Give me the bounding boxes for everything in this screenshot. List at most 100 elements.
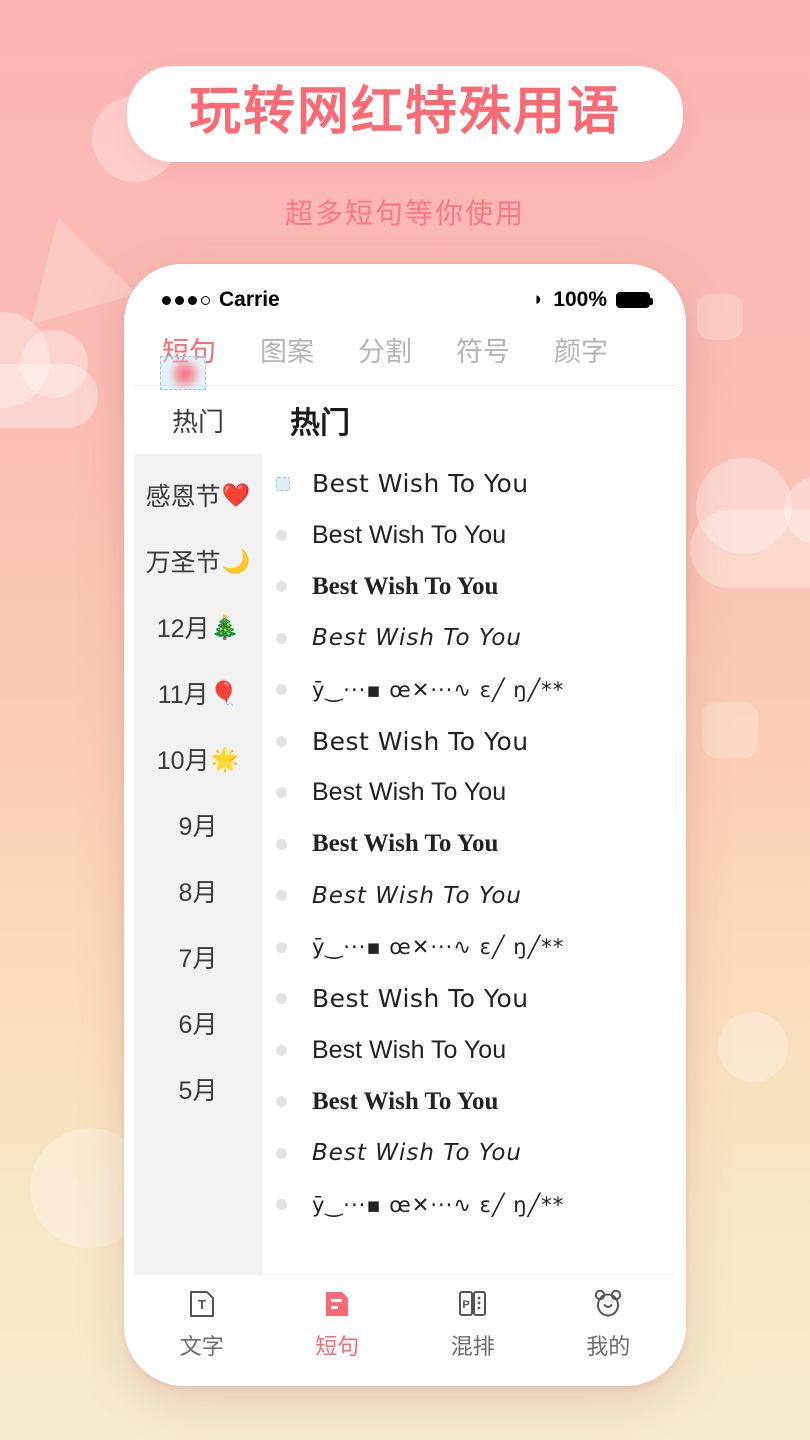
- sidebar-item-label: 12月: [156, 615, 210, 643]
- bullet-icon: [276, 993, 287, 1005]
- sidebar-item-1[interactable]: 万圣节 🌙: [134, 528, 262, 594]
- sidebar-item-label: 11月: [157, 681, 209, 709]
- nav-item-混排[interactable]: P 混排: [405, 1285, 541, 1361]
- list-item-text: Best Wish To You: [312, 984, 529, 1014]
- list-item[interactable]: Best Wish To You: [262, 767, 676, 819]
- tab-fenge[interactable]: 分割: [358, 330, 412, 375]
- tab-yanzi[interactable]: 颜字: [554, 330, 608, 375]
- bullet-icon: [276, 787, 287, 799]
- bullet-icon: [276, 684, 287, 696]
- nav-item-我的[interactable]: 我的: [541, 1285, 677, 1361]
- sidebar-item-6[interactable]: 8月: [134, 858, 262, 924]
- sidebar-item-emoji: ❤️: [221, 481, 251, 508]
- sidebar-item-2[interactable]: 12月 🎄: [134, 594, 262, 660]
- deco-square-1: [697, 294, 743, 340]
- top-tab-bar[interactable]: 短句 图案 分割 符号 颜字: [134, 326, 676, 390]
- status-bar-left: Carrie: [162, 288, 280, 312]
- status-bar: Carrie ◗ 100%: [134, 274, 676, 326]
- list-item[interactable]: Best Wish To You: [262, 870, 676, 922]
- list-item-text: Best Wish To You: [312, 1087, 499, 1115]
- tab-fuhao[interactable]: 符号: [456, 330, 510, 375]
- phrase-card-icon: [318, 1285, 356, 1323]
- bullet-icon: [276, 735, 287, 747]
- page-title: 玩转网红特殊用语: [188, 82, 621, 142]
- sidebar-item-8[interactable]: 6月: [134, 990, 262, 1056]
- sidebar-item-label: 万圣节: [145, 549, 221, 577]
- nav-item-label: 混排: [450, 1333, 495, 1359]
- sidebar-item-label: 8月: [178, 879, 218, 907]
- list-item[interactable]: Best Wish To You: [262, 1128, 676, 1180]
- sidebar-item-0[interactable]: 感恩节 ❤️: [134, 462, 262, 528]
- list-item[interactable]: ȳ‿···▪ œ✕···∿ ɛ╱ ŋ╱**: [262, 1179, 676, 1231]
- bottom-navigation[interactable]: T 文字 短句 P 混排 我的: [134, 1274, 676, 1370]
- list-item-text: ȳ‿···▪ œ✕···∿ ɛ╱ ŋ╱**: [312, 677, 565, 702]
- content-body: 感恩节 ❤️ 万圣节 🌙 12月 🎄 11月 🎈 10月 🌟 9月 8月 7月 6月 5月 Best Wis…: [134, 454, 676, 1274]
- list-item[interactable]: Best Wish To You: [262, 561, 676, 613]
- sidebar-item-5[interactable]: 9月: [134, 792, 262, 858]
- sidebar-item-emoji: 🎈: [209, 679, 239, 706]
- list-item[interactable]: Best Wish To You: [262, 1076, 676, 1128]
- list-item[interactable]: Best Wish To You: [262, 613, 676, 665]
- sidebar-item-emoji: 🌙: [221, 547, 251, 574]
- bullet-icon: [276, 529, 287, 541]
- list-item-text: Best Wish To You: [312, 1035, 507, 1064]
- category-sidebar[interactable]: 感恩节 ❤️ 万圣节 🌙 12月 🎄 11月 🎈 10月 🌟 9月 8月 7月 6月 5月: [134, 454, 262, 1274]
- sidebar-item-label: 9月: [178, 813, 218, 841]
- nav-item-文字[interactable]: T 文字: [134, 1285, 270, 1361]
- deco-cloud-2: [0, 312, 98, 428]
- list-item-text: Best Wish To You: [312, 726, 529, 756]
- phone-screen: Carrie ◗ 100% 短句 图案 分割 符号 颜字 热门 热门 感恩节 ❤…: [134, 274, 676, 1370]
- list-item[interactable]: Best Wish To You: [262, 510, 676, 562]
- list-item[interactable]: Best Wish To You: [262, 1025, 676, 1077]
- tab-tuan[interactable]: 图案: [260, 330, 314, 375]
- list-item-text: ȳ‿···▪ œ✕···∿ ɛ╱ ŋ╱**: [312, 1192, 565, 1217]
- phrase-list[interactable]: Best Wish To You Best Wish To You Best Wis…: [262, 454, 676, 1274]
- bullet-icon: [276, 838, 287, 850]
- touch-blob-icon: [168, 360, 202, 388]
- nav-item-短句[interactable]: 短句: [270, 1285, 406, 1361]
- list-item[interactable]: Best Wish To You: [262, 973, 676, 1025]
- nav-item-label: 文字: [179, 1333, 224, 1359]
- sidebar-item-9[interactable]: 5月: [134, 1056, 262, 1122]
- list-item-text: Best Wish To You: [312, 830, 499, 858]
- svg-text:T: T: [198, 1297, 206, 1312]
- tab-duanju[interactable]: 短句: [160, 330, 216, 390]
- bullet-icon: [276, 1147, 287, 1159]
- list-item[interactable]: ȳ‿···▪ œ✕···∿ ɛ╱ ŋ╱**: [262, 664, 676, 716]
- bullet-icon: [276, 1199, 287, 1211]
- nav-item-label: 我的: [586, 1333, 631, 1359]
- sidebar-header: 热门: [171, 406, 224, 437]
- mixed-layout-icon: P: [454, 1285, 492, 1323]
- list-item-text: Best Wish To You: [312, 572, 499, 600]
- deco-cloud-1: [690, 458, 810, 588]
- bear-profile-icon: [589, 1285, 627, 1323]
- sidebar-item-label: 6月: [178, 1011, 218, 1039]
- list-item-text: Best Wish To You: [312, 1140, 523, 1167]
- bullet-icon: [276, 1096, 287, 1108]
- deco-circle-3: [718, 1012, 788, 1082]
- battery-percent-label: 100%: [553, 288, 607, 311]
- section-header-row: 热门 热门: [134, 386, 676, 454]
- list-item[interactable]: Best Wish To You: [262, 458, 676, 510]
- sidebar-item-emoji: 🎄: [210, 613, 240, 640]
- list-item-text: Best Wish To You: [312, 520, 507, 549]
- sidebar-item-emoji: 🌟: [210, 745, 240, 772]
- nav-item-label: 短句: [315, 1333, 360, 1359]
- list-item[interactable]: ȳ‿···▪ œ✕···∿ ɛ╱ ŋ╱**: [262, 922, 676, 974]
- list-item-text: ȳ‿···▪ œ✕···∿ ɛ╱ ŋ╱**: [312, 935, 565, 960]
- list-item[interactable]: Best Wish To You: [262, 819, 676, 871]
- sidebar-item-label: 感恩节: [145, 483, 221, 511]
- bullet-icon: [276, 890, 287, 902]
- sidebar-item-label: 10月: [156, 747, 210, 775]
- phone-mockup: Carrie ◗ 100% 短句 图案 分割 符号 颜字 热门 热门 感恩节 ❤…: [124, 264, 686, 1386]
- svg-text:P: P: [462, 1299, 469, 1311]
- sidebar-item-3[interactable]: 11月 🎈: [134, 660, 262, 726]
- promo-header: 玩转网红特殊用语 超多短句等你使用: [0, 0, 810, 232]
- sidebar-item-4[interactable]: 10月 🌟: [134, 726, 262, 792]
- bullet-icon: [276, 581, 287, 593]
- battery-full-icon: [616, 292, 653, 308]
- list-item[interactable]: Best Wish To You: [262, 716, 676, 768]
- list-item-text: Best Wish To You: [312, 778, 507, 807]
- promo-subtitle: 超多短句等你使用: [284, 198, 525, 229]
- sidebar-item-7[interactable]: 7月: [134, 924, 262, 990]
